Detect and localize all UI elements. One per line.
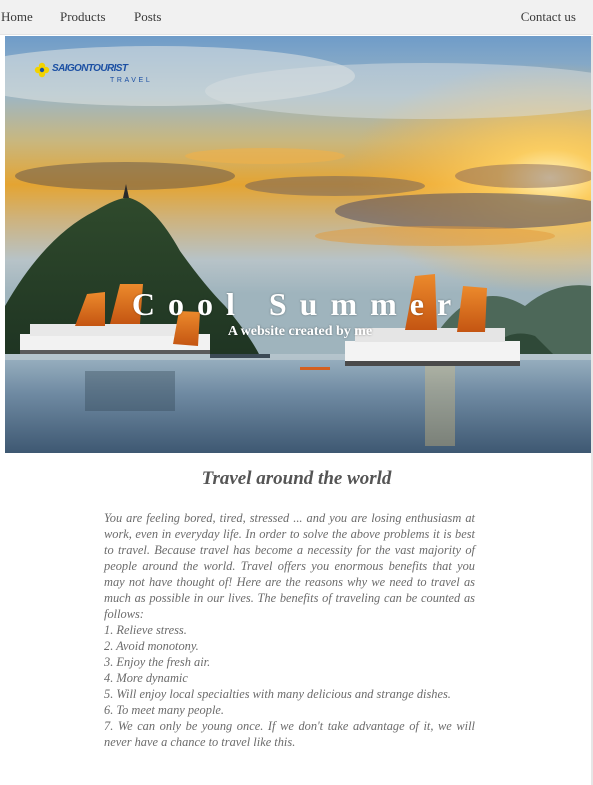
main-content: Travel around the world You are feeling … xyxy=(0,468,593,749)
hero-banner: SAIGONTOURIST TRAVEL Cool Summer A websi… xyxy=(5,36,591,453)
section-heading: Travel around the world xyxy=(201,468,392,489)
hero-subtitle: A website created by me xyxy=(227,324,373,339)
list-item: 4. More dynamic xyxy=(104,671,188,685)
nav-link-home[interactable]: Home xyxy=(1,9,33,25)
list-item: 2. Avoid monotony. xyxy=(104,639,199,653)
nav-link-products[interactable]: Products xyxy=(60,9,106,25)
nav-link-posts[interactable]: Posts xyxy=(134,9,161,25)
list-item: 5. Will enjoy local specialties with man… xyxy=(104,687,451,701)
page: Home Products Posts Contact us SAIGONTOU… xyxy=(0,0,593,785)
hero-title: Cool Summer xyxy=(131,286,465,322)
article-body: You are feeling bored, tired, stressed .… xyxy=(104,510,475,750)
hero-image xyxy=(5,36,591,453)
brand-logo[interactable]: SAIGONTOURIST TRAVEL xyxy=(34,62,154,92)
list-item: 7. We can only be young once. If we don'… xyxy=(104,719,475,749)
list-item: 6. To meet many people. xyxy=(104,703,224,717)
list-item: 1. Relieve stress. xyxy=(104,623,187,637)
flower-icon xyxy=(34,62,50,78)
list-item: 3. Enjoy the fresh air. xyxy=(104,655,211,669)
logo-subtext: TRAVEL xyxy=(110,77,153,84)
nav-link-contact[interactable]: Contact us xyxy=(521,9,576,25)
top-nav: Home Products Posts Contact us xyxy=(0,0,593,35)
logo-text: SAIGONTOURIST xyxy=(52,63,128,74)
article-intro: You are feeling bored, tired, stressed .… xyxy=(104,511,475,621)
